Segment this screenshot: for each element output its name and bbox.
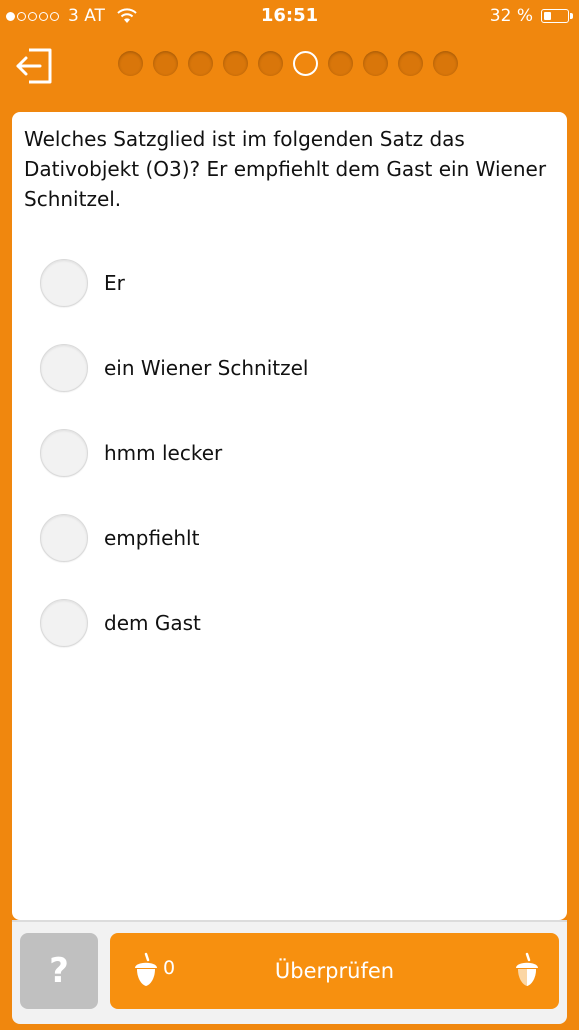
answer-option[interactable]: empfiehlt xyxy=(40,495,308,580)
question-text: Welches Satzglied ist im folgenden Satz … xyxy=(24,127,547,211)
exit-arrow-icon xyxy=(16,48,52,84)
check-button[interactable]: 0 Überprüfen xyxy=(110,933,559,1009)
progress-dot xyxy=(153,51,178,76)
radio-button[interactable] xyxy=(40,513,88,562)
answer-label: dem Gast xyxy=(104,610,201,635)
progress-dot xyxy=(118,51,143,76)
answer-label: ein Wiener Schnitzel xyxy=(104,355,309,380)
radio-button[interactable] xyxy=(40,598,88,647)
radio-button[interactable] xyxy=(40,428,88,477)
answer-option[interactable]: ein Wiener Schnitzel xyxy=(40,325,308,410)
progress-dot xyxy=(258,51,283,76)
answer-label: hmm lecker xyxy=(104,440,223,465)
answer-options: Er ein Wiener Schnitzel hmm lecker empfi… xyxy=(40,240,308,665)
status-bar: 3 AT 16:51 32 % xyxy=(0,0,579,34)
bottom-bar: ? 0 Überprüfen xyxy=(12,920,567,1024)
exit-button[interactable] xyxy=(14,46,56,86)
battery-icon xyxy=(541,9,573,23)
battery-percent: 32 % xyxy=(489,6,533,26)
answer-option[interactable]: Er xyxy=(40,240,308,325)
answer-label: empfiehlt xyxy=(104,525,200,550)
progress-dot-current xyxy=(293,51,318,76)
progress-dot xyxy=(398,51,423,76)
answer-option[interactable]: hmm lecker xyxy=(40,410,308,495)
question-card: Welches Satzglied ist im folgenden Satz … xyxy=(12,112,567,920)
radio-button[interactable] xyxy=(40,258,88,307)
progress-indicator xyxy=(118,51,458,76)
progress-dot xyxy=(188,51,213,76)
check-label: Überprüfen xyxy=(274,959,395,983)
progress-dot xyxy=(328,51,353,76)
answer-label: Er xyxy=(104,270,125,295)
status-right: 32 % xyxy=(489,6,573,26)
help-button[interactable]: ? xyxy=(20,933,98,1009)
acorn-half-icon xyxy=(516,952,538,986)
progress-dot xyxy=(363,51,388,76)
progress-dot xyxy=(223,51,248,76)
answer-option[interactable]: dem Gast xyxy=(40,580,308,665)
progress-dot xyxy=(433,51,458,76)
radio-button[interactable] xyxy=(40,343,88,392)
